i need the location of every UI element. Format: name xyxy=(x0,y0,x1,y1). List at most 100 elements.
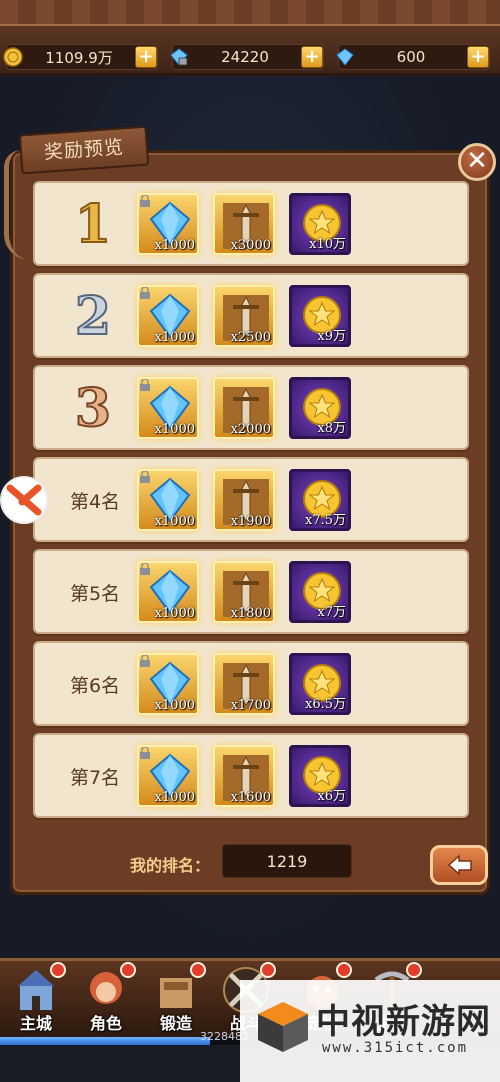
gold-coin-icon xyxy=(3,47,23,67)
lock-icon xyxy=(140,747,150,759)
item-quantity: x2000 xyxy=(230,422,271,437)
reward-item[interactable]: x1000 xyxy=(137,193,199,255)
rank-label: 2 xyxy=(74,286,112,347)
close-button[interactable]: ✕ xyxy=(458,143,496,181)
gold-resource: 1109.9万 + xyxy=(3,44,158,70)
reward-item[interactable]: x7.5万 xyxy=(289,469,351,531)
lock-icon xyxy=(140,563,150,575)
item-quantity: x9万 xyxy=(317,329,346,344)
diamond-value: 600 xyxy=(396,48,426,66)
reward-row: 1 x1000 x3000 x10万 xyxy=(33,181,469,266)
reward-item[interactable]: x1000 xyxy=(137,469,199,531)
reward-item[interactable]: x1800 xyxy=(213,561,275,623)
nav-item-main-city[interactable]: 主城 xyxy=(4,962,68,1034)
lock-icon xyxy=(140,471,150,483)
reward-item[interactable]: x1000 xyxy=(137,653,199,715)
reward-item[interactable]: x1000 xyxy=(137,285,199,347)
rank-label: 1 xyxy=(74,194,112,255)
locked-diamond-resource: 24220 + xyxy=(170,44,324,70)
gold-value: 1109.9万 xyxy=(45,48,113,67)
rank-label: 第5名 xyxy=(69,583,121,605)
rank-label: 第4名 xyxy=(69,491,121,513)
item-quantity: x1600 xyxy=(230,790,271,805)
lock-icon xyxy=(140,379,150,391)
my-rank-value: 1219 xyxy=(222,844,352,878)
item-quantity: x1000 xyxy=(154,790,195,805)
rank-label: 第6名 xyxy=(69,675,121,697)
item-quantity: x1000 xyxy=(154,514,195,529)
notification-badge xyxy=(336,962,352,978)
back-button[interactable] xyxy=(430,845,488,885)
reward-item[interactable]: x3000 xyxy=(213,193,275,255)
item-quantity: x1700 xyxy=(230,698,271,713)
reward-item[interactable]: x10万 xyxy=(289,193,351,255)
nav-item-forge[interactable]: 锻造 xyxy=(144,962,208,1034)
nav-label: 角色 xyxy=(89,1014,122,1033)
cube-logo-icon xyxy=(258,1002,308,1052)
experience-fill xyxy=(0,1037,210,1045)
add-gold-button[interactable]: + xyxy=(135,46,157,68)
lock-icon xyxy=(140,195,150,207)
nav-item-character[interactable]: 角色 xyxy=(74,962,138,1034)
ornamental-trim xyxy=(0,0,500,26)
item-quantity: x6.5万 xyxy=(304,697,346,712)
notification-badge xyxy=(406,962,422,978)
item-quantity: x1000 xyxy=(154,422,195,437)
site-watermark: 中视新游网 www.315ict.com xyxy=(240,980,500,1082)
item-quantity: x10万 xyxy=(309,237,346,252)
reward-row: 3 x1000 x2000 x8万 xyxy=(33,365,469,450)
nav-label: 主城 xyxy=(19,1014,52,1033)
item-quantity: x1000 xyxy=(154,606,195,621)
floating-app-icon[interactable] xyxy=(0,476,48,524)
reward-item[interactable]: x2500 xyxy=(213,285,275,347)
watermark-name: 中视新游网 xyxy=(316,1002,491,1042)
reward-row: 2 x1000 x2500 x9万 xyxy=(33,273,469,358)
reward-item[interactable]: x6万 xyxy=(289,745,351,807)
rank-label: 第7名 xyxy=(69,767,121,789)
item-quantity: x8万 xyxy=(317,421,346,436)
reward-row: 第6名 x1000 x1700 x6.5万 xyxy=(33,641,469,726)
item-quantity: x6万 xyxy=(317,789,346,804)
item-quantity: x1000 xyxy=(154,238,195,253)
reward-item[interactable]: x1900 xyxy=(213,469,275,531)
item-quantity: x7.5万 xyxy=(304,513,346,528)
item-quantity: x1000 xyxy=(154,330,195,345)
reward-row: 第4名 x1000 x1900 x7.5万 xyxy=(33,457,469,542)
add-locked-diamond-button[interactable]: + xyxy=(301,46,323,68)
reward-item[interactable]: x1000 xyxy=(137,377,199,439)
reward-row: 第7名 x1000 x1600 x6万 xyxy=(33,733,469,818)
reward-item[interactable]: x1600 xyxy=(213,745,275,807)
notification-badge xyxy=(260,962,276,978)
reward-item[interactable]: x2000 xyxy=(213,377,275,439)
lock-icon xyxy=(140,655,150,667)
x-logo-icon xyxy=(6,484,42,516)
reward-item[interactable]: x6.5万 xyxy=(289,653,351,715)
reward-row: 第5名 x1000 x1800 x7万 xyxy=(33,549,469,634)
item-quantity: x3000 xyxy=(230,238,271,253)
reward-item[interactable]: x1000 xyxy=(137,745,199,807)
reward-item[interactable]: x1000 xyxy=(137,561,199,623)
lock-icon xyxy=(140,287,150,299)
notification-badge xyxy=(50,962,66,978)
reward-item[interactable]: x1700 xyxy=(213,653,275,715)
reward-item[interactable]: x9万 xyxy=(289,285,351,347)
item-quantity: x1000 xyxy=(154,698,195,713)
watermark-url: www.315ict.com xyxy=(322,1040,469,1056)
nav-label: 锻造 xyxy=(159,1014,192,1033)
back-arrow-icon xyxy=(447,854,472,876)
item-quantity: x7万 xyxy=(317,605,346,620)
locked-diamond-value: 24220 xyxy=(221,48,269,66)
my-rank-label: 我的排名： xyxy=(130,856,211,875)
add-diamond-button[interactable]: + xyxy=(467,46,489,68)
diamond-icon xyxy=(336,48,354,66)
reward-item[interactable]: x7万 xyxy=(289,561,351,623)
locked-diamond-icon xyxy=(170,48,188,66)
item-quantity: x2500 xyxy=(230,330,271,345)
item-quantity: x1900 xyxy=(230,514,271,529)
notification-badge xyxy=(190,962,206,978)
item-quantity: x1800 xyxy=(230,606,271,621)
rank-label: 3 xyxy=(74,378,112,439)
notification-badge xyxy=(120,962,136,978)
diamond-resource: 600 + xyxy=(336,44,490,70)
reward-item[interactable]: x8万 xyxy=(289,377,351,439)
